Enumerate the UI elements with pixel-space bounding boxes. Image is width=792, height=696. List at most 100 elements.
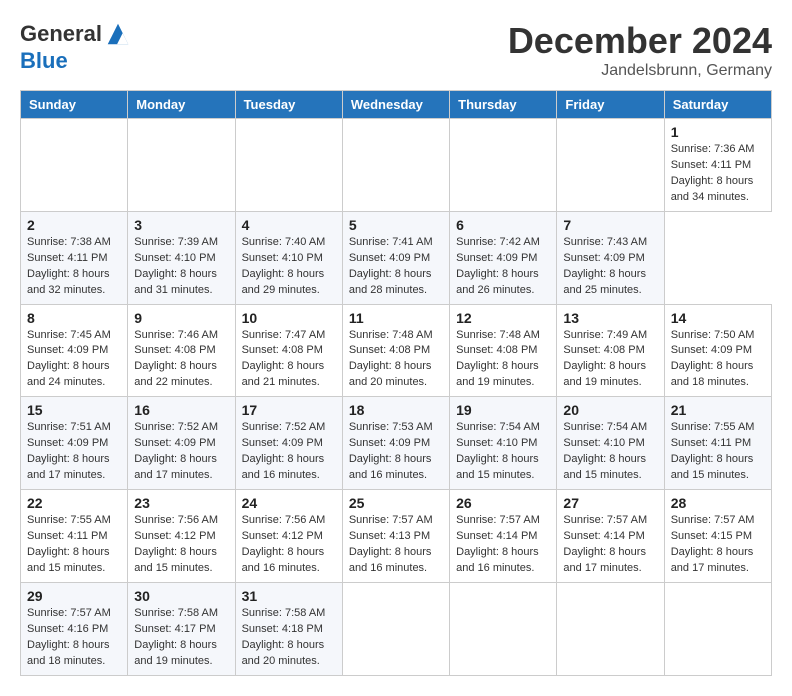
daylight: Daylight: 8 hours and 15 minutes. (563, 453, 646, 481)
day-number: 10 (242, 310, 336, 326)
table-row: 25 Sunrise: 7:57 AM Sunset: 4:13 PM Dayl… (342, 490, 449, 583)
daylight: Daylight: 8 hours and 15 minutes. (27, 546, 110, 574)
day-number: 4 (242, 217, 336, 233)
daylight: Daylight: 8 hours and 31 minutes. (134, 268, 217, 296)
table-row (342, 119, 449, 212)
day-info: Sunrise: 7:43 AM Sunset: 4:09 PM Dayligh… (563, 235, 657, 299)
day-info: Sunrise: 7:52 AM Sunset: 4:09 PM Dayligh… (242, 420, 336, 484)
day-number: 19 (456, 402, 550, 418)
daylight: Daylight: 8 hours and 25 minutes. (563, 268, 646, 296)
sunrise: Sunrise: 7:39 AM (134, 236, 218, 248)
logo-icon (104, 20, 132, 48)
sunset: Sunset: 4:17 PM (134, 623, 215, 635)
day-number: 11 (349, 310, 443, 326)
day-info: Sunrise: 7:49 AM Sunset: 4:08 PM Dayligh… (563, 328, 657, 392)
calendar: Sunday Monday Tuesday Wednesday Thursday… (20, 90, 772, 676)
col-saturday: Saturday (664, 91, 771, 119)
day-info: Sunrise: 7:54 AM Sunset: 4:10 PM Dayligh… (563, 420, 657, 484)
logo-blue: Blue (20, 48, 68, 74)
month-title: December 2024 (508, 20, 772, 62)
daylight: Daylight: 8 hours and 16 minutes. (349, 546, 432, 574)
sunset: Sunset: 4:11 PM (27, 530, 108, 542)
day-number: 1 (671, 124, 765, 140)
day-number: 23 (134, 495, 228, 511)
day-info: Sunrise: 7:56 AM Sunset: 4:12 PM Dayligh… (242, 513, 336, 577)
daylight: Daylight: 8 hours and 19 minutes. (563, 360, 646, 388)
table-row: 5 Sunrise: 7:41 AM Sunset: 4:09 PM Dayli… (342, 211, 449, 304)
table-row: 30 Sunrise: 7:58 AM Sunset: 4:17 PM Dayl… (128, 582, 235, 675)
day-info: Sunrise: 7:41 AM Sunset: 4:09 PM Dayligh… (349, 235, 443, 299)
day-number: 15 (27, 402, 121, 418)
day-number: 29 (27, 588, 121, 604)
table-row (557, 582, 664, 675)
day-number: 24 (242, 495, 336, 511)
daylight: Daylight: 8 hours and 16 minutes. (242, 453, 325, 481)
daylight: Daylight: 8 hours and 17 minutes. (134, 453, 217, 481)
calendar-week-row: 15 Sunrise: 7:51 AM Sunset: 4:09 PM Dayl… (21, 397, 772, 490)
table-row: 27 Sunrise: 7:57 AM Sunset: 4:14 PM Dayl… (557, 490, 664, 583)
table-row: 14 Sunrise: 7:50 AM Sunset: 4:09 PM Dayl… (664, 304, 771, 397)
table-row (450, 582, 557, 675)
day-info: Sunrise: 7:58 AM Sunset: 4:18 PM Dayligh… (242, 606, 336, 670)
day-number: 27 (563, 495, 657, 511)
day-number: 5 (349, 217, 443, 233)
day-number: 7 (563, 217, 657, 233)
col-wednesday: Wednesday (342, 91, 449, 119)
day-info: Sunrise: 7:40 AM Sunset: 4:10 PM Dayligh… (242, 235, 336, 299)
daylight: Daylight: 8 hours and 15 minutes. (456, 453, 539, 481)
day-info: Sunrise: 7:48 AM Sunset: 4:08 PM Dayligh… (456, 328, 550, 392)
location: Jandelsbrunn, Germany (508, 62, 772, 80)
daylight: Daylight: 8 hours and 29 minutes. (242, 268, 325, 296)
day-info: Sunrise: 7:54 AM Sunset: 4:10 PM Dayligh… (456, 420, 550, 484)
day-info: Sunrise: 7:55 AM Sunset: 4:11 PM Dayligh… (671, 420, 765, 484)
col-friday: Friday (557, 91, 664, 119)
sunset: Sunset: 4:08 PM (456, 344, 537, 356)
day-info: Sunrise: 7:58 AM Sunset: 4:17 PM Dayligh… (134, 606, 228, 670)
daylight: Daylight: 8 hours and 15 minutes. (671, 453, 754, 481)
day-info: Sunrise: 7:38 AM Sunset: 4:11 PM Dayligh… (27, 235, 121, 299)
table-row: 13 Sunrise: 7:49 AM Sunset: 4:08 PM Dayl… (557, 304, 664, 397)
sunset: Sunset: 4:12 PM (242, 530, 323, 542)
table-row (664, 582, 771, 675)
sunset: Sunset: 4:10 PM (134, 252, 215, 264)
day-info: Sunrise: 7:42 AM Sunset: 4:09 PM Dayligh… (456, 235, 550, 299)
table-row (557, 119, 664, 212)
table-row (342, 582, 449, 675)
sunrise: Sunrise: 7:51 AM (27, 421, 111, 433)
daylight: Daylight: 8 hours and 32 minutes. (27, 268, 110, 296)
daylight: Daylight: 8 hours and 28 minutes. (349, 268, 432, 296)
sunrise: Sunrise: 7:56 AM (134, 514, 218, 526)
daylight: Daylight: 8 hours and 17 minutes. (671, 546, 754, 574)
sunset: Sunset: 4:10 PM (456, 437, 537, 449)
table-row (128, 119, 235, 212)
daylight: Daylight: 8 hours and 19 minutes. (134, 639, 217, 667)
daylight: Daylight: 8 hours and 34 minutes. (671, 175, 754, 203)
day-info: Sunrise: 7:45 AM Sunset: 4:09 PM Dayligh… (27, 328, 121, 392)
day-info: Sunrise: 7:57 AM Sunset: 4:14 PM Dayligh… (456, 513, 550, 577)
daylight: Daylight: 8 hours and 15 minutes. (134, 546, 217, 574)
sunrise: Sunrise: 7:58 AM (134, 607, 218, 619)
daylight: Daylight: 8 hours and 16 minutes. (349, 453, 432, 481)
sunrise: Sunrise: 7:45 AM (27, 329, 111, 341)
table-row: 17 Sunrise: 7:52 AM Sunset: 4:09 PM Dayl… (235, 397, 342, 490)
sunrise: Sunrise: 7:36 AM (671, 143, 755, 155)
table-row: 1 Sunrise: 7:36 AM Sunset: 4:11 PM Dayli… (664, 119, 771, 212)
day-number: 2 (27, 217, 121, 233)
day-info: Sunrise: 7:57 AM Sunset: 4:14 PM Dayligh… (563, 513, 657, 577)
table-row: 4 Sunrise: 7:40 AM Sunset: 4:10 PM Dayli… (235, 211, 342, 304)
col-sunday: Sunday (21, 91, 128, 119)
table-row: 7 Sunrise: 7:43 AM Sunset: 4:09 PM Dayli… (557, 211, 664, 304)
sunset: Sunset: 4:14 PM (456, 530, 537, 542)
col-monday: Monday (128, 91, 235, 119)
table-row: 8 Sunrise: 7:45 AM Sunset: 4:09 PM Dayli… (21, 304, 128, 397)
day-info: Sunrise: 7:53 AM Sunset: 4:09 PM Dayligh… (349, 420, 443, 484)
sunset: Sunset: 4:11 PM (27, 252, 108, 264)
day-info: Sunrise: 7:51 AM Sunset: 4:09 PM Dayligh… (27, 420, 121, 484)
daylight: Daylight: 8 hours and 19 minutes. (456, 360, 539, 388)
table-row: 16 Sunrise: 7:52 AM Sunset: 4:09 PM Dayl… (128, 397, 235, 490)
sunset: Sunset: 4:11 PM (671, 159, 752, 171)
sunset: Sunset: 4:09 PM (349, 252, 430, 264)
sunset: Sunset: 4:09 PM (671, 344, 752, 356)
day-info: Sunrise: 7:57 AM Sunset: 4:13 PM Dayligh… (349, 513, 443, 577)
daylight: Daylight: 8 hours and 26 minutes. (456, 268, 539, 296)
